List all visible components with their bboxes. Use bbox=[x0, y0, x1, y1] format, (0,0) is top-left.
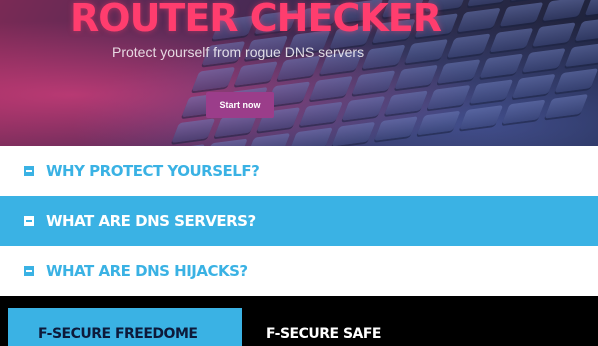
accordion-label: WHY PROTECT YOURSELF? bbox=[46, 162, 260, 180]
hero-title: ROUTER CHECKER bbox=[70, 0, 442, 40]
tab-label: F-SECURE SAFE bbox=[266, 326, 382, 342]
accordion-dns-hijacks[interactable]: WHAT ARE DNS HIJACKS? bbox=[0, 246, 598, 296]
accordion-dns-servers[interactable]: WHAT ARE DNS SERVERS? bbox=[0, 196, 598, 246]
accordion-label: WHAT ARE DNS SERVERS? bbox=[46, 212, 256, 230]
collapse-icon bbox=[24, 266, 34, 276]
collapse-icon bbox=[24, 216, 34, 226]
tab-label: F-SECURE FREEDOME bbox=[38, 326, 198, 342]
start-now-button[interactable]: Start now bbox=[206, 92, 274, 118]
page: ROUTER CHECKER Protect yourself from rog… bbox=[0, 0, 598, 346]
tab-f-secure-safe[interactable]: F-SECURE SAFE bbox=[266, 296, 466, 346]
collapse-icon bbox=[24, 166, 34, 176]
product-tabs: F-SECURE FREEDOME F-SECURE SAFE bbox=[0, 296, 598, 346]
accordion-label: WHAT ARE DNS HIJACKS? bbox=[46, 262, 248, 280]
tab-f-secure-freedome[interactable]: F-SECURE FREEDOME bbox=[8, 308, 242, 346]
accordion-why-protect[interactable]: WHY PROTECT YOURSELF? bbox=[0, 146, 598, 196]
hero-banner: ROUTER CHECKER Protect yourself from rog… bbox=[0, 0, 598, 146]
hero-subtitle: Protect yourself from rogue DNS servers bbox=[112, 44, 365, 60]
